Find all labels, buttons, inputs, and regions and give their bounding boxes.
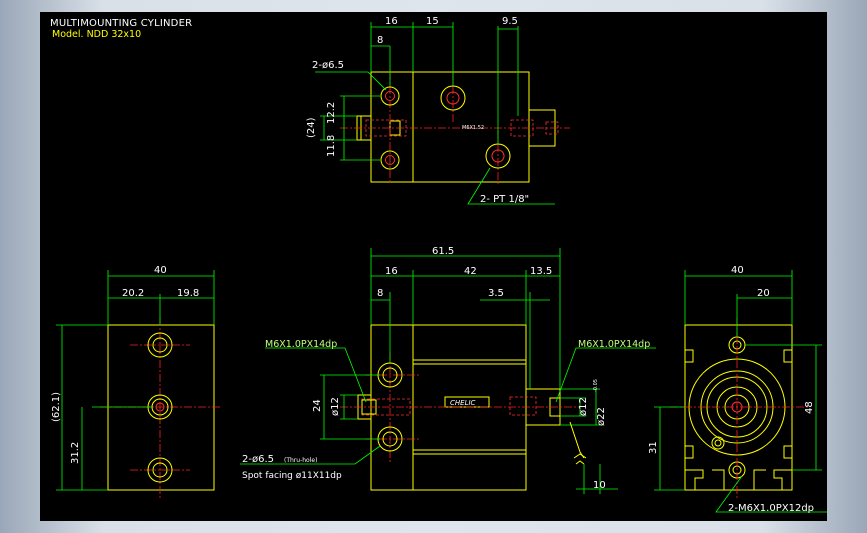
left-dim-31-2: 31.2 xyxy=(70,442,81,464)
front-dim-8: 8 xyxy=(377,288,383,299)
left-dim-19-8: 19.8 xyxy=(177,288,199,299)
front-dim-phi12-left: ø12 xyxy=(330,397,341,416)
front-dim-24: 24 xyxy=(312,399,323,412)
drawing-title: MULTIMOUNTING CYLINDER xyxy=(50,18,192,29)
left-dim-40: 40 xyxy=(154,265,167,276)
left-dim-62-1: (62.1) xyxy=(51,392,62,422)
front-dim-phi12-right: ø12 xyxy=(578,397,589,416)
right-dim-40: 40 xyxy=(731,265,744,276)
top-hole-note: 2-ø6.5 xyxy=(312,60,344,71)
top-view: M6X1.52 16 15 9.5 8 12.2 (24) 11.8 2-ø6.… xyxy=(306,16,570,205)
right-view: 40 20 48 31 2-M6X1.0PX12dp xyxy=(648,265,827,514)
drawing-svg: MULTIMOUNTING CYLINDER Model. NDD 32x10 … xyxy=(50,16,827,514)
front-dim-3-5: 3.5 xyxy=(488,288,504,299)
front-logo: CHELIC xyxy=(450,399,476,407)
front-view: CHELIC 61.5 16 42 13.5 8 3.5 24 ø12 ø12 … xyxy=(240,246,656,494)
right-dim-31: 31 xyxy=(648,441,659,454)
front-dim-61-5: 61.5 xyxy=(432,246,454,257)
top-port-note: 2- PT 1/8" xyxy=(480,194,529,205)
front-dim-42: 42 xyxy=(464,266,477,277)
front-thread-left: M6X1.0PX14dp xyxy=(265,339,337,350)
top-dim-16: 16 xyxy=(385,16,398,27)
left-dim-20-2: 20.2 xyxy=(122,288,144,299)
front-dim-10: 10 xyxy=(593,480,606,491)
top-dim-15: 15 xyxy=(426,16,439,27)
front-hole-note-tail: (Thru-hole) xyxy=(284,457,317,464)
front-spot-facing: Spot facing ø11X11dp xyxy=(242,471,342,481)
front-dim-16: 16 xyxy=(385,266,398,277)
right-bleed-hole xyxy=(711,436,725,450)
front-dim-13-5: 13.5 xyxy=(530,266,552,277)
front-thread-right: M6X1.0PX14dp xyxy=(578,339,650,350)
front-dim-phi22: ø22 xyxy=(596,407,607,426)
top-dim-9-5: 9.5 xyxy=(502,16,518,27)
top-dim-8: 8 xyxy=(377,35,383,46)
left-view: 40 20.2 19.8 (62.1) 31.2 xyxy=(51,265,220,498)
drawing-model: Model. NDD 32x10 xyxy=(52,29,141,40)
cad-drawing-canvas[interactable]: MULTIMOUNTING CYLINDER Model. NDD 32x10 … xyxy=(40,12,827,521)
top-dim-24: (24) xyxy=(306,117,317,138)
top-dim-11-8: 11.8 xyxy=(326,135,337,157)
top-small-label: M6X1.52 xyxy=(462,125,484,131)
front-tol-phi22: -0.05 xyxy=(593,379,599,392)
right-dim-48: 48 xyxy=(804,401,815,414)
left-body-outline xyxy=(107,324,215,491)
top-dim-12-2: 12.2 xyxy=(326,102,337,124)
front-hole-note: 2-ø6.5 xyxy=(242,454,274,465)
right-dim-20: 20 xyxy=(757,288,770,299)
right-thread-note: 2-M6X1.0PX12dp xyxy=(728,503,814,514)
